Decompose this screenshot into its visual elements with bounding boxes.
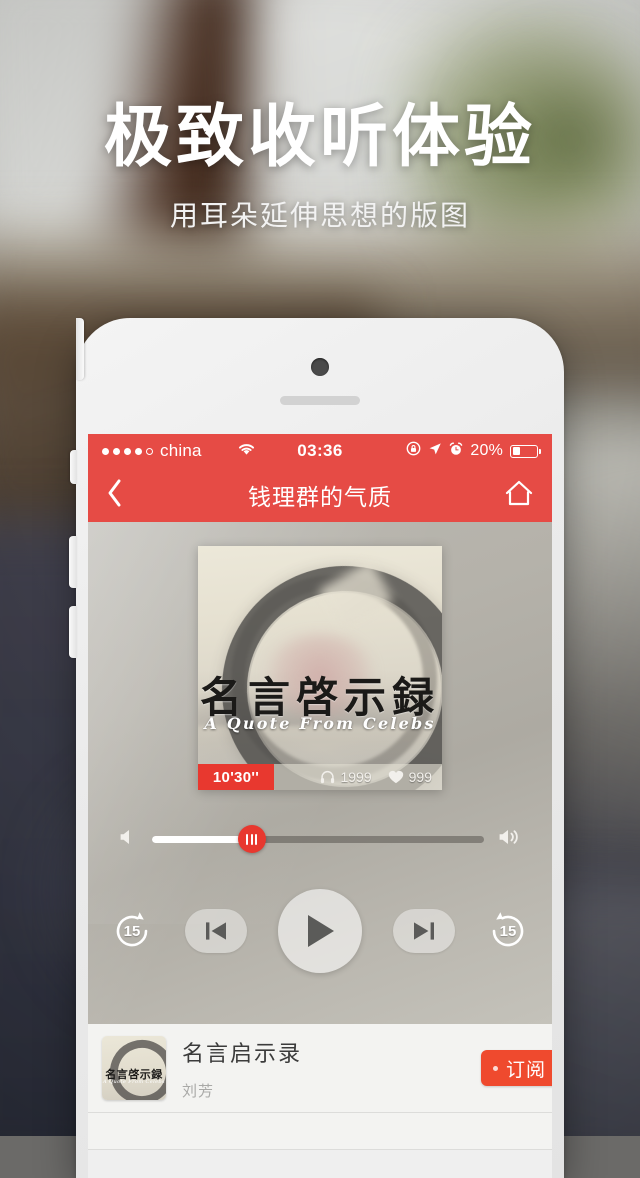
home-icon [505,480,533,505]
status-bar-left: china [102,441,256,461]
subscribe-dot-icon [492,1065,498,1071]
volume-slider-thumb[interactable] [237,825,266,853]
status-bar: china 03:36 20% [88,434,552,468]
subscribe-label: 订阅 [505,1058,546,1081]
location-arrow-icon [428,441,442,461]
player-panel: 名言啓示録 A Quote From Celebs 10'30'' 1999 9… [88,522,552,1024]
subscribe-button[interactable]: 订阅 [480,1050,552,1086]
promo-headline: 极致收听体验 [103,98,536,177]
headphones-icon [321,771,335,784]
battery-percent-label: 20% [470,442,503,459]
rewind-15-button[interactable]: 15 [110,909,154,953]
thumbnail-subtitle: A Quote From Celebs [103,1079,165,1085]
battery-fill [512,447,521,455]
duration-badge: 10'30'' [198,764,274,790]
alarm-clock-icon [449,441,463,461]
volume-up-hardware-button[interactable] [69,536,77,588]
play-icon [308,915,334,947]
play-count-value: 1999 [340,769,372,785]
album-title: 名言启示录 [182,1041,303,1067]
list-item-next[interactable] [88,1113,552,1150]
list-item[interactable]: 名言啓示録 A Quote From Celebs 名言启示录 刘芳 订阅 [88,1024,552,1113]
previous-track-button[interactable] [185,909,247,953]
cover-subtitle: A Quote From Celebs [204,714,436,733]
forward-seconds-label: 15 [499,923,517,940]
chevron-left-icon [108,479,121,506]
album-author: 刘芳 [182,1081,215,1100]
navigation-bar: 钱理群的气质 [88,468,552,522]
page-title: 钱理群的气质 [248,485,392,511]
back-button[interactable] [106,478,123,513]
promo-text-block: 极致收听体验 用耳朵延伸思想的版图 [0,104,640,234]
home-button[interactable] [504,479,534,512]
battery-icon [510,444,541,458]
power-hardware-button[interactable] [76,318,84,380]
cover-stats: 1999 999 [320,769,442,785]
volume-mute-icon[interactable] [118,827,138,852]
mute-switch-button[interactable] [70,450,77,484]
rotation-lock-icon [406,441,421,461]
wifi-icon [237,441,256,461]
promo-subheadline: 用耳朵延伸思想的版图 [169,199,470,232]
album-cover-art[interactable]: 名言啓示録 A Quote From Celebs 10'30'' 1999 9… [198,546,442,790]
volume-down-hardware-button[interactable] [69,606,77,658]
rewind-seconds-label: 15 [123,923,141,940]
phone-screen: china 03:36 20% 钱理群的气质 名言啓示録 A Quote Fro… [88,434,552,1178]
play-button[interactable] [278,889,362,973]
next-track-button[interactable] [393,909,455,953]
signal-strength-icon [102,447,153,455]
like-count-stat: 999 [388,769,432,785]
album-list: 名言啓示録 A Quote From Celebs 名言启示录 刘芳 订阅 [88,1024,552,1150]
volume-slider-fill [152,835,252,843]
earpiece-speaker [280,396,360,405]
previous-track-icon [206,922,226,940]
heart-icon [388,770,403,784]
cover-info-strip: 10'30'' 1999 999 [198,764,442,790]
volume-control-row [118,822,522,856]
front-camera-icon [311,358,329,376]
album-text-block: 名言启示录 刘芳 [182,1036,481,1101]
status-bar-right: 20% [406,441,541,461]
play-count-stat: 1999 [320,769,372,785]
phone-mockup: china 03:36 20% 钱理群的气质 名言啓示録 A Quote Fro… [69,318,564,1178]
album-thumbnail: 名言啓示録 A Quote From Celebs [102,1036,166,1100]
transport-controls: 15 15 [110,876,530,986]
forward-15-button[interactable]: 15 [486,909,530,953]
carrier-label: china [160,441,202,460]
next-track-icon [414,922,434,940]
volume-slider-track[interactable] [152,825,484,853]
like-count-value: 999 [408,769,432,785]
volume-up-icon[interactable] [498,827,522,852]
